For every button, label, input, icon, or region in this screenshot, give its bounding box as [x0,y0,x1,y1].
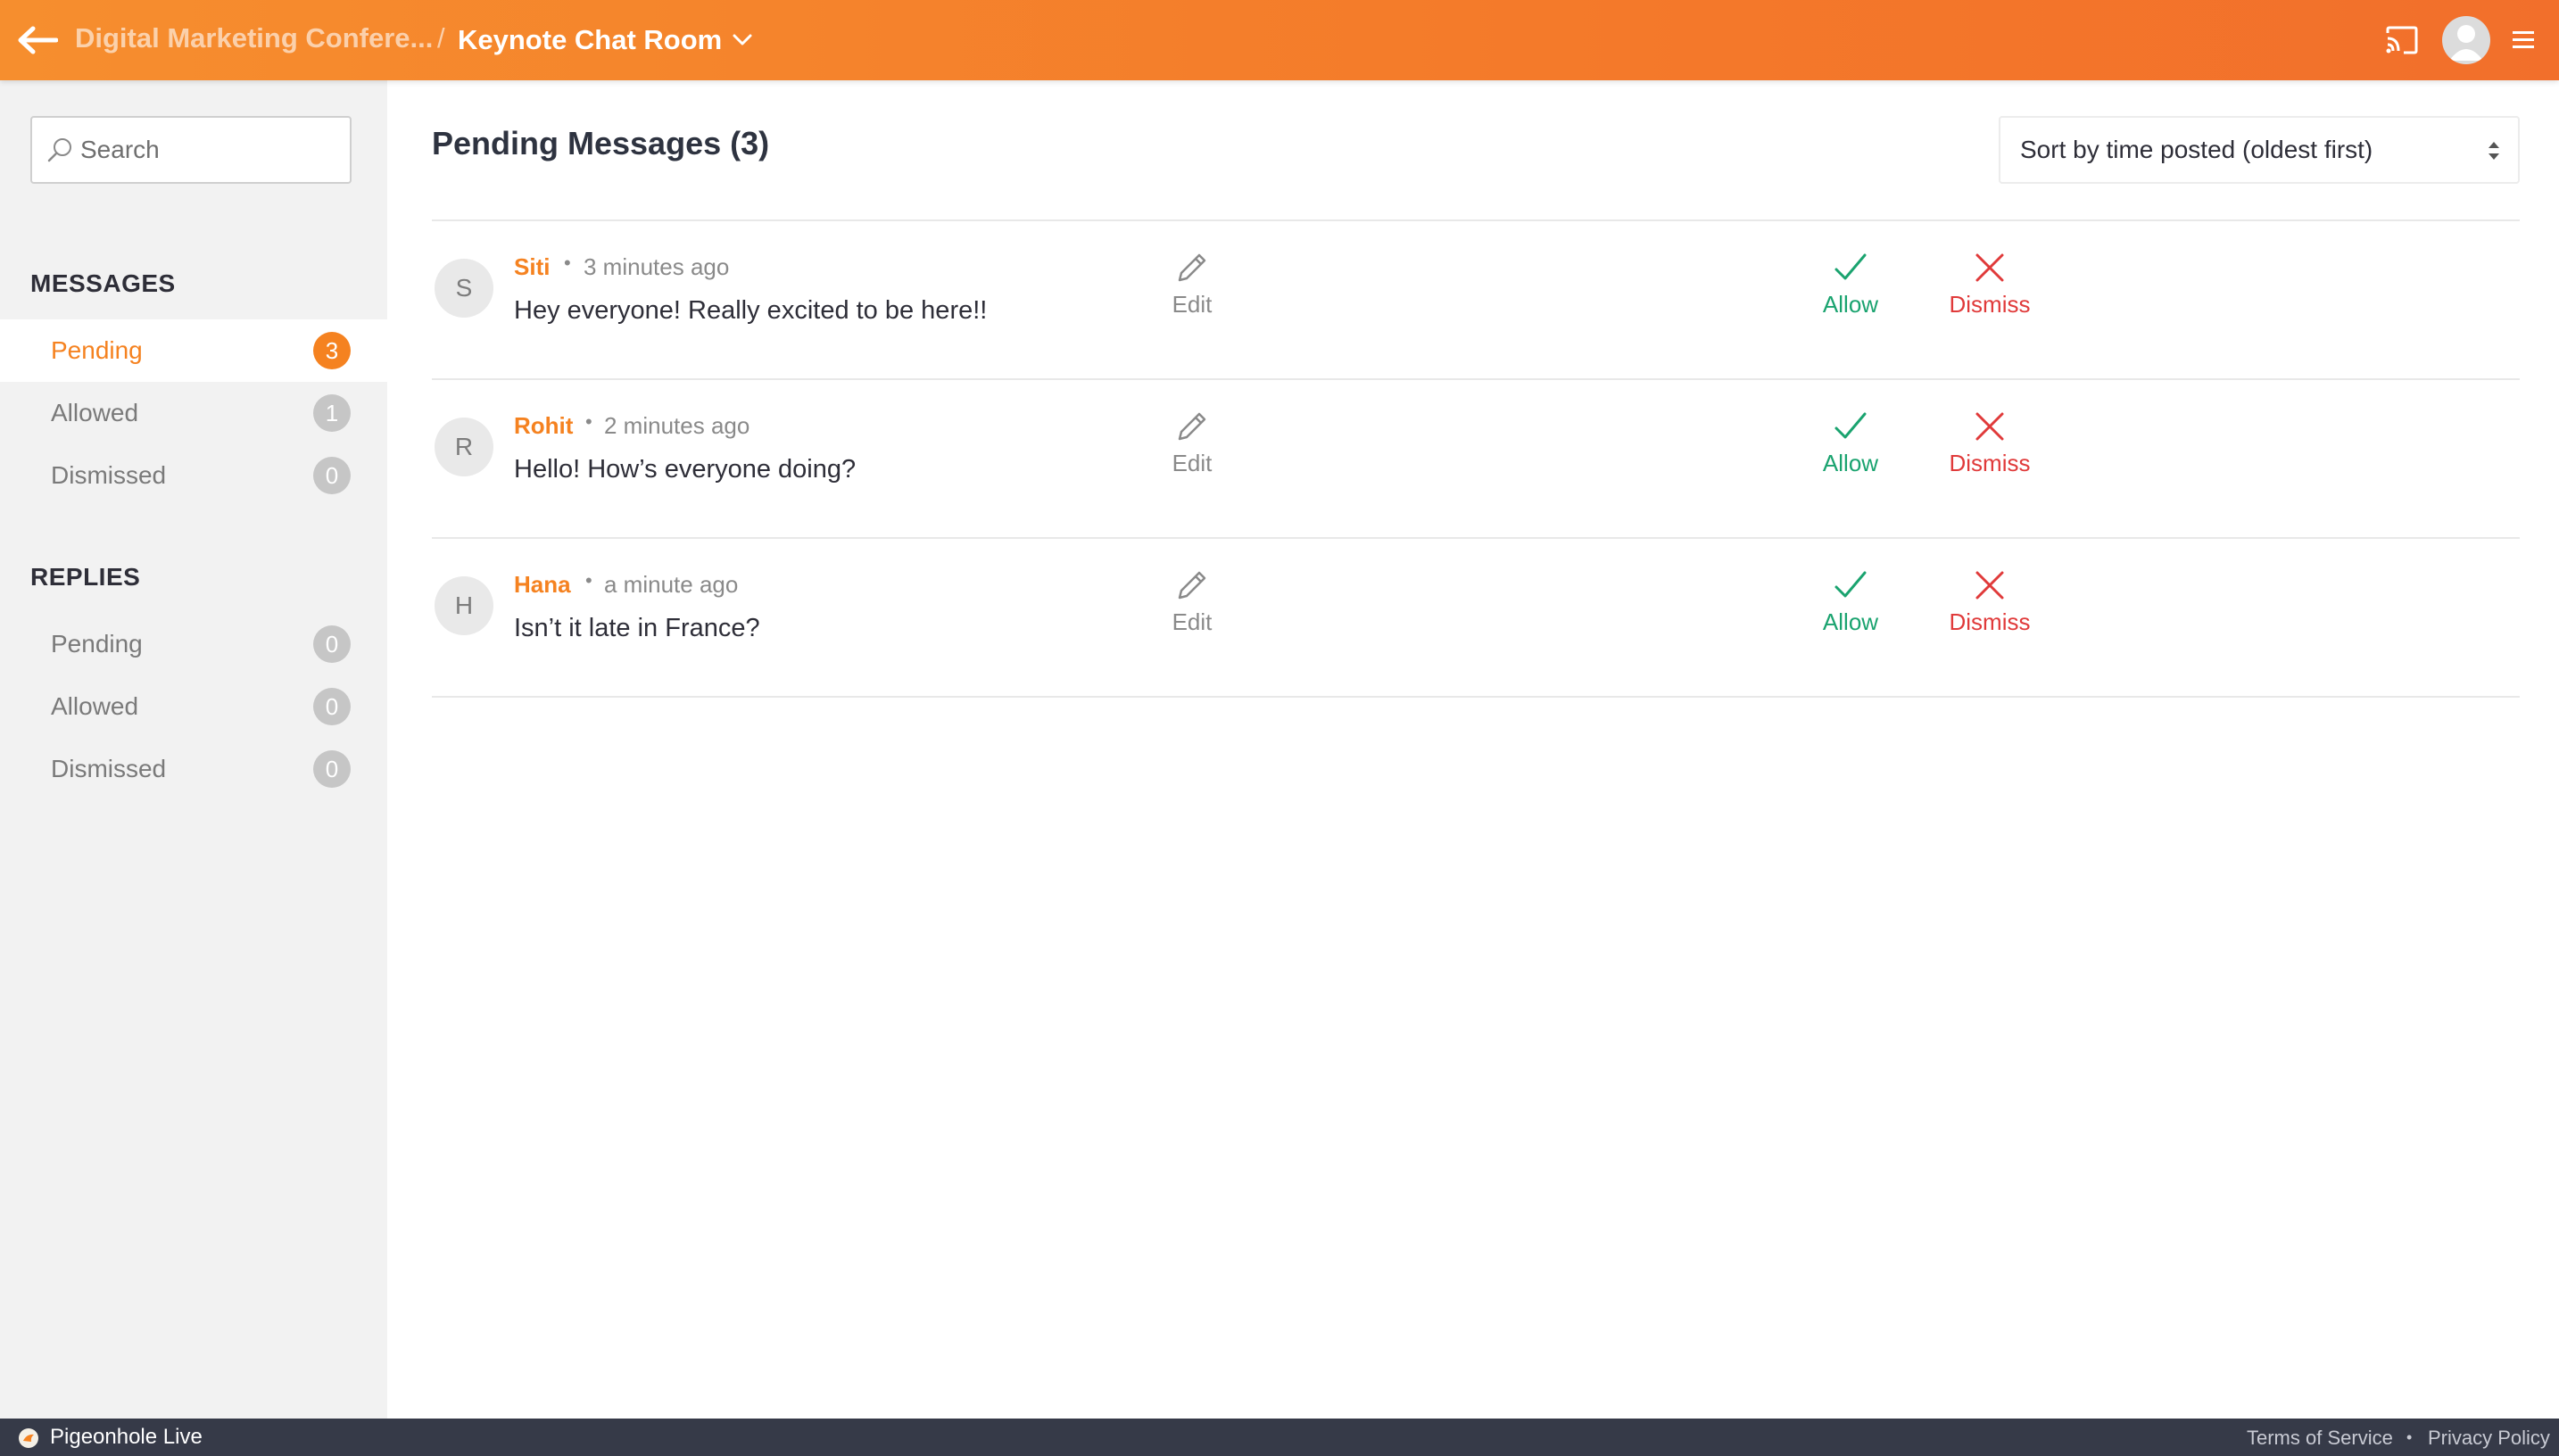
pigeonhole-logo-icon [19,1428,38,1448]
edit-label: Edit [1172,291,1213,318]
allow-label: Allow [1822,291,1879,318]
edit-label: Edit [1172,608,1213,635]
message-row: R Rohit • 2 minutes ago Hello! How’s eve… [432,380,2520,539]
replies-section-title: REPLIES [30,563,141,591]
search-input[interactable] [80,136,339,164]
sidebar-item-label: Pending [51,336,143,364]
sidebar-item-replies-dismissed[interactable]: Dismissed 0 [0,738,387,800]
room-switcher[interactable]: Keynote Chat Room [458,0,752,80]
message-text: Hey everyone! Really excited to be here!… [514,296,988,325]
dismiss-label: Dismiss [1949,608,2031,635]
pencil-icon [1178,253,1206,282]
edit-button[interactable]: Edit [1143,248,1241,328]
message-time: 3 minutes ago [584,253,730,280]
allow-button[interactable]: Allow [1801,248,1900,328]
message-row: S Siti • 3 minutes ago Hey everyone! Rea… [432,221,2520,380]
sidebar-item-label: Allowed [51,399,139,426]
sidebar-item-replies-allowed[interactable]: Allowed 0 [0,675,387,738]
message-author: Rohit [514,412,574,439]
breadcrumb-room: Keynote Chat Room [458,24,723,55]
terms-link[interactable]: Terms of Service [2247,1419,2393,1456]
back-button[interactable] [14,20,61,61]
dismiss-button[interactable]: Dismiss [1941,248,2039,328]
privacy-link[interactable]: Privacy Policy [2428,1419,2550,1456]
user-icon [2449,25,2483,61]
message-author: Hana [514,571,571,598]
sidebar-item-label: Pending [51,630,143,658]
sidebar-item-label: Dismissed [51,755,167,782]
message-author: Siti [514,253,551,280]
allow-label: Allow [1822,450,1879,476]
top-bar: Digital Marketing Confere... / Keynote C… [0,0,2559,80]
dismiss-button[interactable]: Dismiss [1941,407,2039,487]
sidebar-item-messages-dismissed[interactable]: Dismissed 0 [0,444,387,507]
sort-dropdown[interactable]: Sort by time posted (oldest first) [1999,116,2520,184]
messages-section-title: MESSAGES [30,269,176,297]
page-title: Pending Messages (3) [432,125,770,161]
allow-label: Allow [1822,608,1879,635]
footer: Pigeonhole Live Terms of Service • Priva… [0,1419,2559,1456]
dismiss-button[interactable]: Dismiss [1941,566,2039,646]
allow-button[interactable]: Allow [1801,566,1900,646]
footer-separator: • [2406,1428,2413,1446]
dismiss-label: Dismiss [1949,291,2031,318]
user-avatar[interactable] [2442,16,2490,64]
sidebar-item-messages-allowed[interactable]: Allowed 1 [0,382,387,444]
message-row: H Hana • a minute ago Isn’t it late in F… [432,539,2520,698]
dismiss-label: Dismiss [1949,450,2031,476]
checkmark-icon [1834,571,1867,598]
edit-button[interactable]: Edit [1143,407,1241,487]
checkmark-icon [1834,412,1867,439]
close-icon [1975,412,2004,441]
chevron-down-icon [733,34,752,46]
cast-icon[interactable] [2384,22,2420,58]
meta-separator: • [585,569,592,592]
message-text: Hello! How’s everyone doing? [514,455,857,484]
sidebar-item-messages-pending[interactable]: Pending 3 [0,319,387,382]
avatar: H [435,576,493,635]
search-icon [47,138,71,162]
avatar: S [435,259,493,318]
count-badge: 0 [313,457,351,494]
checkmark-icon [1834,253,1867,280]
close-icon [1975,253,2004,282]
count-badge: 3 [313,332,351,369]
sidebar-item-label: Allowed [51,692,139,720]
message-time: a minute ago [604,571,739,598]
breadcrumb-separator: / [437,22,445,54]
sidebar-item-label: Dismissed [51,461,167,489]
count-badge: 0 [313,688,351,725]
hamburger-menu-icon[interactable] [2511,25,2538,55]
sort-dropdown-value: Sort by time posted (oldest first) [2020,136,2373,163]
sidebar-item-replies-pending[interactable]: Pending 0 [0,613,387,675]
message-time: 2 minutes ago [604,412,750,439]
meta-separator: • [585,410,592,433]
allow-button[interactable]: Allow [1801,407,1900,487]
sidebar: MESSAGES Pending 3 Allowed 1 Dismissed 0… [0,80,387,1419]
pencil-icon [1178,412,1206,441]
pencil-icon [1178,571,1206,600]
search-box[interactable] [30,116,352,184]
message-text: Isn’t it late in France? [514,614,760,642]
count-badge: 1 [313,394,351,432]
edit-label: Edit [1172,450,1213,476]
count-badge: 0 [313,625,351,663]
footer-brand[interactable]: Pigeonhole Live [50,1419,203,1456]
arrow-left-icon [18,26,58,54]
avatar: R [435,418,493,476]
close-icon [1975,571,2004,600]
breadcrumb-event[interactable]: Digital Marketing Confere... [75,0,433,80]
edit-button[interactable]: Edit [1143,566,1241,646]
sort-arrows-icon [2489,142,2499,160]
meta-separator: • [564,252,571,274]
count-badge: 0 [313,750,351,788]
